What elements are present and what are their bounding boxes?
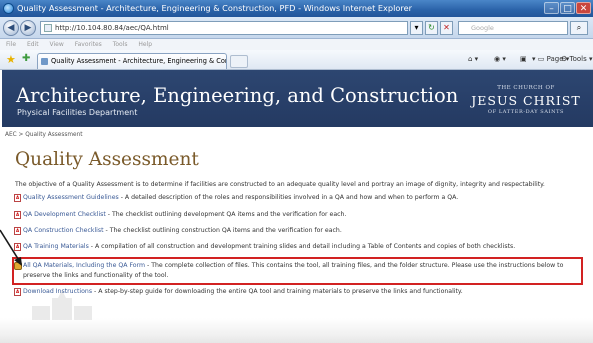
window-titlebar: Quality Assessment - Architecture, Engin… [0,0,593,17]
menu-help[interactable]: Help [138,41,152,48]
add-favorite-icon[interactable]: ✚ [22,53,30,64]
feeds-icon[interactable]: ◉ ▾ [494,55,506,63]
page-title: Quality Assessment [15,149,199,170]
link-qa-construction-checklist[interactable]: QA Construction Checklist [23,227,104,234]
site-banner: Architecture, Engineering, and Construct… [2,70,593,127]
church-logo-bottom: OF LATTER-DAY SAINTS [487,109,565,115]
page-icon [44,24,52,32]
tools-menu-label: Tools [569,55,587,63]
search-placeholder: Google [471,24,494,32]
site-subtitle: Physical Facilities Department [17,108,138,117]
list-item: A QA Construction Checklist - The checkl… [14,226,342,236]
pdf-icon: A [14,288,21,296]
maximize-button[interactable]: □ [560,2,575,14]
favorites-star-icon[interactable]: ★ [6,53,16,66]
search-icon[interactable]: ⌕ [570,21,588,35]
link-qa-guidelines[interactable]: Quality Assessment Guidelines [23,194,119,201]
item-description: - A compilation of all construction and … [88,243,516,250]
tab-quality-assessment[interactable]: Quality Assessment - Architecture, Engin… [37,53,227,69]
torn-edge [0,318,593,343]
pdf-icon: A [14,211,21,219]
menu-file[interactable]: File [6,41,16,48]
address-input[interactable]: http://10.104.80.84/aec/QA.html [40,21,408,35]
new-tab-button[interactable] [230,55,248,68]
intro-text: The objective of a Quality Assessment is… [15,181,545,188]
forward-button[interactable]: ▶ [20,20,36,36]
item-description: - The checklist outlining development QA… [105,211,347,218]
church-logo-main[interactable]: JESUS CHRIST [471,93,581,108]
stop-button[interactable]: ✕ [440,21,453,35]
menu-bar: File Edit View Favorites Tools Help [0,39,593,50]
pdf-icon: A [14,194,21,202]
item-description: - A step-by-step guide for downloading t… [92,288,463,295]
close-button[interactable]: ✕ [576,2,591,14]
highlight-box [12,257,583,285]
site-title: Architecture, Engineering, and Construct… [16,84,459,107]
list-item: A Quality Assessment Guidelines - A deta… [14,193,459,203]
address-toolbar: ◀ ▶ http://10.104.80.84/aec/QA.html ▾ ↻ … [0,17,593,39]
home-icon[interactable]: ⌂ ▾ [468,55,478,63]
tab-label: Quality Assessment - Architecture, Engin… [51,57,227,65]
back-button[interactable]: ◀ [3,20,19,36]
window-title: Quality Assessment - Architecture, Engin… [17,3,412,13]
list-item: A QA Training Materials - A compilation … [14,242,516,252]
pointer-arrow-icon [0,229,22,266]
address-url: http://10.104.80.84/aec/QA.html [55,24,169,32]
refresh-button[interactable]: ↻ [425,21,438,35]
menu-view[interactable]: View [50,41,64,48]
breadcrumb[interactable]: AEC > Quality Assessment [5,132,83,138]
church-logo-top: THE CHURCH OF [497,85,555,91]
address-dropdown-button[interactable]: ▾ [410,21,423,35]
tab-page-icon [41,58,48,65]
menu-favorites[interactable]: Favorites [75,41,102,48]
tools-menu-button[interactable]: ⚙ Tools ▾ [561,55,593,63]
tab-bar: ★ ✚ Quality Assessment - Architecture, E… [0,50,593,70]
ie-logo-icon [3,3,14,14]
link-qa-training-materials[interactable]: QA Training Materials [23,243,89,250]
menu-tools[interactable]: Tools [113,41,128,48]
minimize-button[interactable]: – [544,2,559,14]
item-description: - The checklist outlining construction Q… [103,227,342,234]
menu-edit[interactable]: Edit [27,41,39,48]
link-qa-development-checklist[interactable]: QA Development Checklist [23,211,106,218]
print-icon[interactable]: ▣ [520,55,527,63]
temple-watermark-icon [32,290,92,320]
list-item: A QA Development Checklist - The checkli… [14,210,347,220]
search-input[interactable]: Google [458,21,568,35]
item-description: - A detailed description of the roles an… [118,194,459,201]
